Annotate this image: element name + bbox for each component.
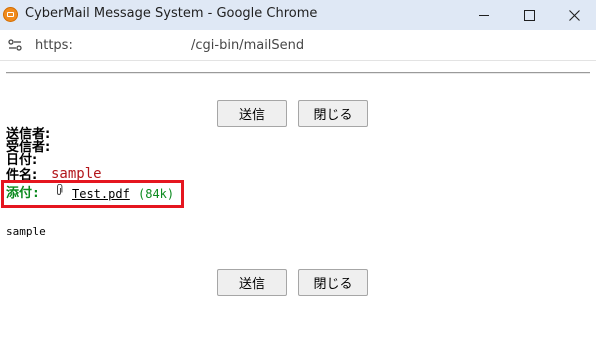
maximize-button[interactable] — [507, 0, 551, 30]
message-body: sample — [6, 225, 46, 238]
close-icon — [568, 9, 580, 21]
minimize-button[interactable] — [462, 0, 506, 30]
url-scheme: https: — [35, 38, 73, 53]
attachment-label: 添付: — [6, 186, 40, 201]
attachment-file-link[interactable]: Test.pdf — [72, 187, 130, 201]
attachment-size: (84k) — [138, 187, 175, 201]
close-button-top[interactable]: 閉じる — [298, 100, 368, 127]
date-label: 日付: — [6, 153, 38, 168]
paperclip-icon — [57, 184, 63, 195]
close-button-bottom[interactable]: 閉じる — [298, 269, 368, 296]
url-path: /cgi-bin/mailSend — [191, 38, 305, 53]
window-titlebar: CyberMail Message System - Google Chrome — [0, 0, 596, 30]
minimize-icon — [479, 14, 489, 16]
close-window-button[interactable] — [552, 0, 596, 30]
cybermail-icon — [3, 7, 18, 22]
window-title: CyberMail Message System - Google Chrome — [25, 6, 318, 21]
divider — [6, 72, 590, 74]
site-settings-icon[interactable] — [8, 39, 22, 51]
send-button-bottom[interactable]: 送信 — [217, 269, 287, 296]
address-bar[interactable]: https: /cgi-bin/mailSend — [0, 30, 596, 61]
send-button-top[interactable]: 送信 — [217, 100, 287, 127]
maximize-icon — [523, 9, 535, 21]
